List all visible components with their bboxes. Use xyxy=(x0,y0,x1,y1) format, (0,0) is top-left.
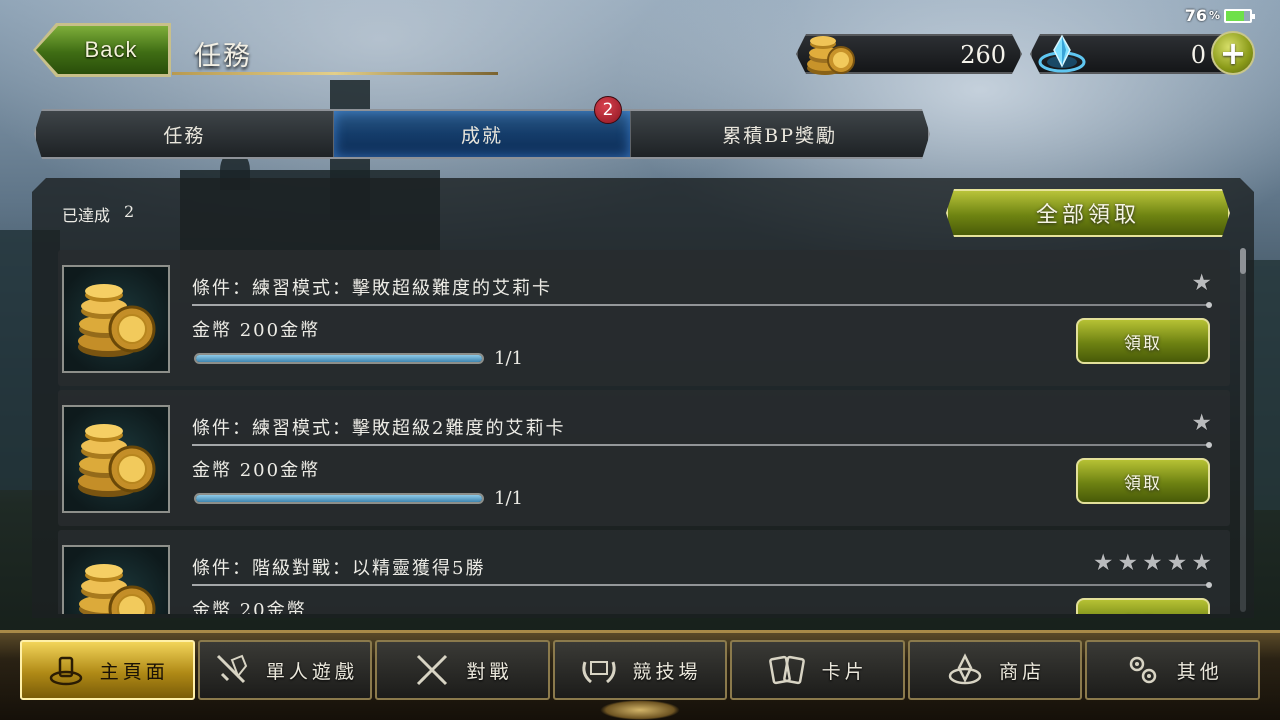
gears-icon xyxy=(1123,650,1163,690)
nav-label: 商店 xyxy=(999,660,1046,683)
battery-unit: % xyxy=(1208,9,1220,22)
cards-icon xyxy=(768,650,808,690)
nav-single-player[interactable]: 單人遊戲 xyxy=(197,640,373,700)
achieved-label: 已達成 xyxy=(62,206,111,225)
star-icon: ★ xyxy=(1142,550,1163,576)
mission-condition: 條件：練習模式：擊敗超級2難度的艾莉卡 xyxy=(192,418,566,439)
mission-reward: 金幣 200金幣 xyxy=(192,320,321,341)
achieved-count: 2 xyxy=(124,202,135,221)
nav-arena[interactable]: 競技場 xyxy=(552,640,728,700)
difficulty-stars: ★ ★ ★ ★ ★ xyxy=(1093,550,1212,576)
reward-item-frame xyxy=(62,265,170,373)
tab-achievements[interactable]: 成就 xyxy=(334,111,632,157)
list-item: 條件：階級對戰：以精靈獲得5勝 ★★★★★ 金幣 20金幣 領取 xyxy=(58,530,1230,614)
laurel-icon xyxy=(579,650,619,690)
progress-fill xyxy=(196,355,482,362)
gold-coins-icon xyxy=(79,564,156,614)
progress-text: 1/1 xyxy=(494,348,523,369)
difficulty-stars: ★ xyxy=(1191,410,1212,436)
star-icon: ★ xyxy=(1191,550,1212,576)
tab-bar: 任務 成就 累積BP獎勵 xyxy=(34,109,930,159)
claim-button[interactable]: 領取 xyxy=(1076,318,1210,364)
scrollbar[interactable] xyxy=(1240,248,1246,612)
title-underline xyxy=(172,72,498,75)
divider xyxy=(192,582,1212,588)
scrollbar-thumb[interactable] xyxy=(1240,248,1246,274)
difficulty-stars: ★ xyxy=(1191,270,1212,296)
reward-item-frame xyxy=(62,545,170,614)
progress-bar xyxy=(194,493,484,504)
mission-condition: 條件：練習模式：擊敗超級難度的艾莉卡 xyxy=(192,278,552,299)
notification-badge: 2 xyxy=(594,96,622,124)
nav-label: 其他 xyxy=(1176,660,1223,683)
nav-other[interactable]: 其他 xyxy=(1085,640,1261,700)
list-item: 條件：練習模式：擊敗超級2難度的艾莉卡 ★ 金幣 200金幣 1/1 領取 xyxy=(58,390,1230,526)
nav-cards[interactable]: 卡片 xyxy=(730,640,905,700)
gold-coins-icon xyxy=(78,284,156,357)
claim-button[interactable]: 領取 xyxy=(1076,458,1210,504)
star-icon: ★ xyxy=(1191,270,1212,296)
star-icon: ★ xyxy=(1166,550,1188,576)
bottom-nav: 主頁面 單人遊戲 對戰 競技場 卡片 商店 其他 xyxy=(20,640,1261,700)
progress-text: 1/1 xyxy=(494,488,523,509)
tab-bp-rewards[interactable]: 累積BP獎勵 xyxy=(631,111,928,157)
sword-shield-icon xyxy=(212,650,252,690)
nav-label: 主頁面 xyxy=(99,660,169,683)
battery-status: 76 % xyxy=(1184,6,1255,25)
claim-all-button[interactable]: 全部領取 xyxy=(946,189,1230,237)
mission-list[interactable]: 條件：練習模式：擊敗超級難度的艾莉卡 ★ 金幣 200金幣 1/1 領取 條件：… xyxy=(58,248,1232,614)
nav-battle[interactable]: 對戰 xyxy=(375,640,550,700)
battery-icon xyxy=(1224,8,1255,23)
nav-label: 對戰 xyxy=(466,660,513,683)
nav-label: 競技場 xyxy=(632,660,702,683)
add-currency-button[interactable]: + xyxy=(1211,31,1255,75)
battery-fill xyxy=(1226,10,1245,21)
nav-home[interactable]: 主頁面 xyxy=(20,640,195,700)
nav-label: 單人遊戲 xyxy=(265,660,358,683)
gold-amount: 260 xyxy=(960,41,1006,69)
mission-condition: 條件：階級對戰：以精靈獲得5勝 xyxy=(192,558,486,579)
back-button[interactable]: Back xyxy=(36,26,168,74)
star-icon: ★ xyxy=(1191,410,1212,436)
gold-coins-icon xyxy=(78,424,156,497)
home-icon xyxy=(46,650,86,690)
mission-reward: 金幣 20金幣 xyxy=(192,600,307,614)
crossed-swords-icon xyxy=(412,650,452,690)
claim-button[interactable]: 領取 xyxy=(1076,598,1210,614)
star-icon: ★ xyxy=(1092,550,1114,576)
nav-ornament xyxy=(600,700,680,720)
divider xyxy=(192,302,1212,308)
gold-coins-icon xyxy=(807,36,855,75)
achieved-summary: 已達成 2 xyxy=(62,202,134,226)
divider xyxy=(192,442,1212,448)
tab-missions[interactable]: 任務 xyxy=(36,111,334,157)
crystal-amount: 0 xyxy=(1190,41,1206,69)
crystal-icon xyxy=(1038,34,1086,73)
nav-shop[interactable]: 商店 xyxy=(907,640,1083,700)
reward-item-frame xyxy=(62,405,170,513)
mission-reward: 金幣 200金幣 xyxy=(192,460,321,481)
progress-bar xyxy=(194,353,484,364)
shop-icon xyxy=(945,650,985,690)
star-icon: ★ xyxy=(1117,550,1139,576)
list-item: 條件：練習模式：擊敗超級難度的艾莉卡 ★ 金幣 200金幣 1/1 領取 xyxy=(58,250,1230,386)
battery-percent: 76 xyxy=(1184,6,1207,25)
nav-label: 卡片 xyxy=(821,660,868,683)
page-title: 任務 xyxy=(194,41,252,72)
progress-fill xyxy=(196,495,482,502)
